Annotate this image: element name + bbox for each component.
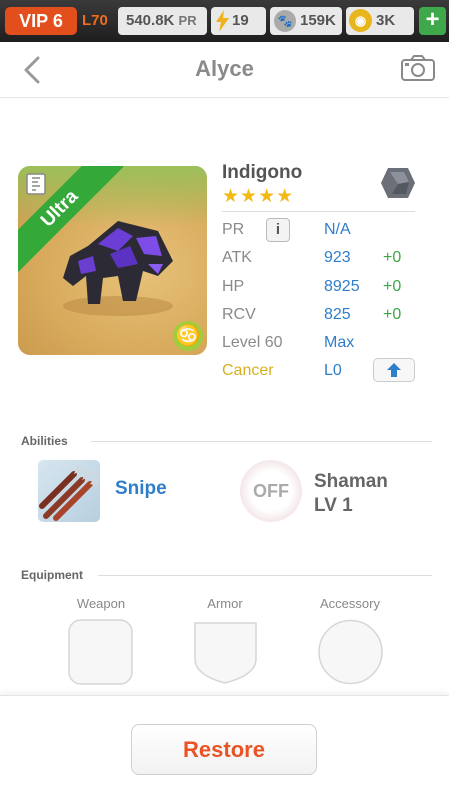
paw-currency-pill[interactable]: 🐾 159K — [270, 7, 342, 35]
restore-button[interactable]: Restore — [131, 724, 317, 775]
card-type-icon — [26, 173, 46, 195]
stat-label: PR — [222, 221, 245, 238]
page-header: Alyce — [0, 42, 449, 98]
lightning-icon — [216, 10, 229, 32]
monster-name: Indigono — [222, 162, 303, 183]
stat-label: ATK — [222, 249, 252, 266]
accessory-label: Accessory — [320, 596, 380, 611]
stats-divider — [222, 211, 415, 212]
star-rating: ★★★★ — [222, 186, 295, 207]
stat-value: 8925 — [324, 278, 360, 295]
snipe-ability-name[interactable]: Snipe — [115, 478, 167, 500]
stat-row-pr: PR i N/A — [222, 216, 422, 244]
stat-row-hp: HP 8925 +0 — [222, 273, 422, 301]
armor-slot[interactable] — [193, 619, 258, 685]
energy-value: 19 — [232, 12, 249, 29]
equipment-divider — [98, 575, 432, 576]
abilities-section-title: Abilities — [21, 434, 68, 448]
cancer-zodiac-icon: ♋ — [173, 321, 203, 351]
coin-icon: ◉ — [349, 9, 372, 32]
arrows-icon — [39, 464, 98, 521]
paw-value: 159K — [300, 12, 336, 29]
stat-row-atk: ATK 923 +0 — [222, 244, 422, 272]
armor-label: Armor — [207, 596, 243, 611]
stat-row-rcv: RCV 825 +0 — [222, 301, 422, 329]
add-currency-button[interactable]: + — [419, 7, 446, 35]
vip-badge[interactable]: VIP 6 — [5, 7, 77, 35]
player-level: L70 — [82, 12, 108, 29]
upgrade-zodiac-button[interactable] — [373, 358, 415, 382]
status-bar: VIP 6 L70 540.8K PR 19 🐾 159K ◉ 3K + — [0, 0, 449, 42]
monster-portrait — [63, 221, 173, 316]
camera-icon[interactable] — [400, 54, 436, 82]
rock-element-icon — [381, 168, 415, 198]
coin-currency-pill[interactable]: ◉ 3K — [346, 7, 414, 35]
energy-pill[interactable]: 19 — [211, 7, 266, 35]
secondary-ability-level: LV 1 — [314, 495, 353, 516]
equipment-section-title: Equipment — [21, 568, 83, 582]
page-title: Alyce — [195, 56, 254, 81]
footer-bar: Restore — [0, 695, 449, 800]
weapon-label: Weapon — [76, 596, 126, 611]
stat-bonus: +0 — [383, 306, 402, 323]
power-rating-pill: 540.8K PR — [118, 7, 207, 35]
secondary-ability-info: Shaman LV 1 — [314, 470, 388, 518]
snipe-ability-icon[interactable] — [38, 460, 100, 522]
abilities-divider — [91, 441, 432, 442]
stat-bonus: +0 — [383, 278, 402, 295]
stat-bonus: +0 — [383, 249, 402, 266]
stat-label: Cancer — [222, 362, 274, 379]
ability-off-label: OFF — [253, 481, 289, 501]
secondary-ability-name: Shaman — [314, 471, 388, 492]
weapon-slot[interactable] — [68, 619, 133, 685]
stat-value: 923 — [324, 249, 351, 266]
stat-label: HP — [222, 278, 245, 295]
stat-label: Level 60 — [222, 334, 283, 351]
stat-row-level: Level 60 Max — [222, 329, 422, 357]
arrow-up-icon — [387, 363, 401, 377]
monster-card[interactable]: Ultra ♋ — [18, 166, 207, 355]
info-icon[interactable]: i — [266, 218, 290, 242]
stat-row-zodiac: Cancer L0 — [222, 357, 422, 385]
power-rating-unit: PR — [178, 13, 197, 28]
stat-label: RCV — [222, 306, 256, 323]
paw-icon: 🐾 — [274, 10, 296, 32]
coin-value: 3K — [376, 12, 396, 29]
stat-value: N/A — [324, 221, 351, 238]
stat-value: Max — [324, 334, 355, 351]
power-rating-value: 540.8K — [126, 12, 175, 29]
accessory-slot[interactable] — [318, 619, 383, 685]
stat-value: 825 — [324, 306, 351, 323]
stat-value: L0 — [324, 362, 342, 379]
